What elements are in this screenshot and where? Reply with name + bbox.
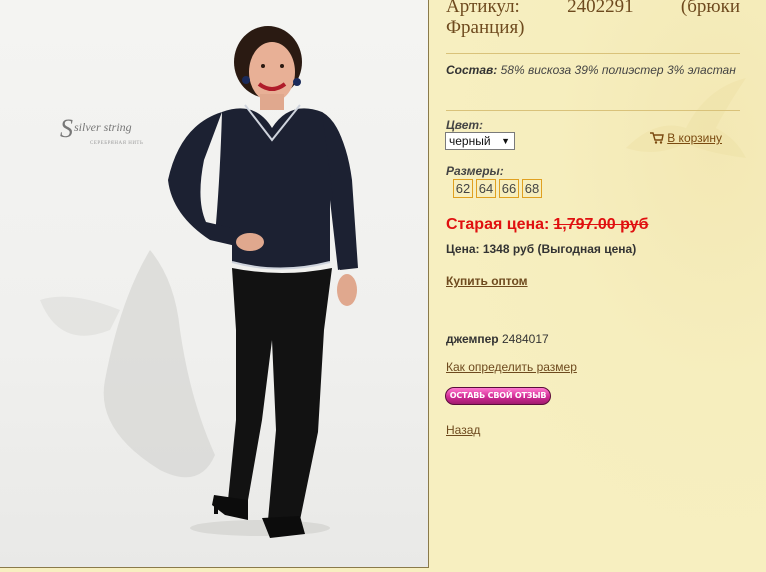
sizes-label: Размеры: bbox=[446, 164, 504, 178]
product-info-panel: Артикул: 2402291 (брюки Франция) Состав:… bbox=[429, 0, 766, 572]
brand-logo-subtitle: СЕРЕБРЯНАЯ НИТЬ bbox=[90, 141, 144, 146]
size-option[interactable]: 68 bbox=[522, 179, 542, 198]
related-item: джемпер 2484017 bbox=[446, 332, 549, 346]
related-item-name: джемпер bbox=[446, 332, 499, 346]
composition: Состав: 58% вискоза 39% полиэстер 3% эла… bbox=[446, 63, 740, 77]
size-option[interactable]: 62 bbox=[453, 179, 473, 198]
old-price-label: Старая цена: bbox=[446, 216, 550, 233]
color-select-value: черный bbox=[449, 134, 491, 148]
title-origin: Франция) bbox=[446, 17, 525, 38]
model-illustration bbox=[40, 26, 358, 538]
divider bbox=[446, 53, 740, 54]
cart-icon bbox=[650, 132, 665, 144]
color-select[interactable]: черный ▼ bbox=[445, 132, 515, 150]
size-option[interactable]: 64 bbox=[476, 179, 496, 198]
back-link[interactable]: Назад bbox=[446, 423, 480, 437]
composition-label: Состав: bbox=[446, 63, 498, 77]
add-to-cart-link[interactable]: В корзину bbox=[650, 131, 722, 145]
add-to-cart-label: В корзину bbox=[667, 131, 722, 145]
color-label: Цвет: bbox=[446, 118, 484, 132]
product-photo: Ssilver string СЕРЕБРЯНАЯ НИТЬ bbox=[0, 0, 429, 568]
old-price-value: 1,797.00 руб bbox=[553, 216, 649, 233]
article-number: 2402291 bbox=[567, 0, 634, 17]
article-label: Артикул: bbox=[446, 0, 520, 17]
current-price: Цена: 1348 руб (Выгодная цена) bbox=[446, 242, 637, 256]
divider bbox=[446, 110, 740, 111]
size-list: 62 64 66 68 bbox=[453, 179, 542, 198]
brand-logo-name: silver string bbox=[74, 120, 132, 134]
dropdown-arrow-icon: ▼ bbox=[501, 136, 510, 146]
size-guide-link[interactable]: Как определить размер bbox=[446, 360, 577, 374]
product-title: Артикул: 2402291 (брюки Франция) bbox=[446, 0, 740, 38]
brand-logo-letter: S bbox=[60, 114, 73, 143]
title-type: (брюки bbox=[680, 0, 740, 17]
size-option[interactable]: 66 bbox=[499, 179, 519, 198]
leave-review-button[interactable]: ОСТАВЬ СВОЙ ОТЗЫВ bbox=[445, 387, 551, 405]
old-price: Старая цена: 1,797.00 руб bbox=[446, 216, 648, 234]
related-item-code: 2484017 bbox=[501, 332, 549, 346]
buy-wholesale-link[interactable]: Купить оптом bbox=[446, 274, 528, 288]
brand-logo: Ssilver string СЕРЕБРЯНАЯ НИТЬ bbox=[60, 114, 143, 146]
composition-value: 58% вискоза 39% полиэстер 3% эластан bbox=[500, 63, 736, 77]
